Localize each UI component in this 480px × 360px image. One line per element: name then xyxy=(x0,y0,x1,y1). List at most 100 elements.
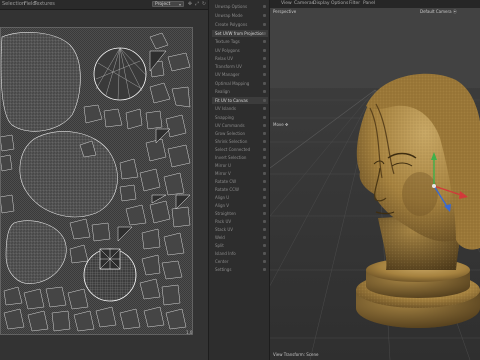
tool-item[interactable]: Select Connected xyxy=(212,146,268,153)
tool-item[interactable]: Rotate CCW xyxy=(212,186,268,193)
tool-item[interactable]: Pack UV xyxy=(212,218,268,225)
tool-item[interactable]: Mirror V xyxy=(212,170,268,177)
menu-textures[interactable]: Textures xyxy=(34,0,55,9)
menu-view[interactable]: View xyxy=(281,0,292,8)
3d-viewport[interactable]: View Cameras Display Options Filter Pane… xyxy=(270,0,480,360)
tool-options-icon[interactable] xyxy=(263,132,266,135)
uv-coordinate-label: 1,0 xyxy=(186,330,193,335)
tool-item[interactable]: Shrink Selection xyxy=(212,138,268,145)
viewport-menubar: View Cameras Display Options Filter Pane… xyxy=(270,0,480,8)
tool-item[interactable]: UV Polygons xyxy=(212,47,268,54)
tool-options-icon[interactable] xyxy=(263,40,266,43)
tool-item[interactable]: Mirror U xyxy=(212,162,268,169)
tool-options-icon[interactable] xyxy=(263,82,266,85)
tool-item[interactable]: Invert Selection xyxy=(212,154,268,161)
tool-options-icon[interactable] xyxy=(263,90,266,93)
tool-options-icon[interactable] xyxy=(263,32,266,35)
tool-options-icon[interactable] xyxy=(263,107,266,110)
tool-item[interactable]: Create Polygons xyxy=(212,21,268,28)
tool-options-icon[interactable] xyxy=(263,65,266,68)
tool-options-icon[interactable] xyxy=(263,204,266,207)
tool-options-icon[interactable] xyxy=(263,196,266,199)
projection-dropdown[interactable]: Project ▾ xyxy=(152,1,184,7)
tool-options-icon[interactable] xyxy=(263,228,266,231)
chevron-down-icon: ▾ xyxy=(178,2,181,7)
tool-options-icon[interactable] xyxy=(263,268,266,271)
tool-options-icon[interactable] xyxy=(263,180,266,183)
rotate-icon[interactable]: ↻ xyxy=(201,1,207,7)
tool-item[interactable]: Texture Tags xyxy=(212,38,268,45)
tool-options-icon[interactable] xyxy=(263,156,266,159)
tool-item[interactable]: Unwrap Options xyxy=(212,3,268,10)
tool-options-icon[interactable] xyxy=(263,116,266,119)
tool-item[interactable]: Island Info xyxy=(212,250,268,257)
tool-options-icon[interactable] xyxy=(263,73,266,76)
tool-item[interactable]: Center xyxy=(212,258,268,265)
tool-options-icon[interactable] xyxy=(263,244,266,247)
tool-item[interactable]: Settings xyxy=(212,266,268,273)
tool-item[interactable]: UV Manager xyxy=(212,71,268,78)
viewport-perspective-label: Perspective xyxy=(273,9,297,14)
tool-item[interactable]: UV Islands xyxy=(212,105,268,112)
tool-options-icon[interactable] xyxy=(263,148,266,151)
tool-item[interactable]: Align U xyxy=(212,194,268,201)
tool-options-icon[interactable] xyxy=(263,14,266,17)
tool-item-label: Create Polygons xyxy=(215,22,248,27)
menu-display[interactable]: Display xyxy=(313,0,330,8)
tool-item[interactable]: Optimal Mapping xyxy=(212,80,268,87)
tool-options-icon[interactable] xyxy=(263,57,266,60)
tool-item-label: Island Info xyxy=(215,251,236,256)
tool-item-label: Select Connected xyxy=(215,147,251,152)
tool-item-label: Snapping xyxy=(215,115,234,120)
uv-editor-menubar: Selection Field Textures Project ▾ ✥ ⤢ ↻ xyxy=(0,0,208,10)
tool-options-icon[interactable] xyxy=(263,164,266,167)
tool-item[interactable]: Unwrap Mode xyxy=(212,12,268,19)
tool-options-icon[interactable] xyxy=(263,252,266,255)
tool-options-icon[interactable] xyxy=(263,172,266,175)
tool-item[interactable]: Relax UV xyxy=(212,55,268,62)
tool-item[interactable]: Set UVW from Projection xyxy=(212,30,268,37)
tool-item-label: Mirror U xyxy=(215,163,231,168)
menu-cameras[interactable]: Cameras xyxy=(294,0,314,8)
tool-options-icon[interactable] xyxy=(263,5,266,8)
tool-options-icon[interactable] xyxy=(263,236,266,239)
tool-item-label: Align U xyxy=(215,195,230,200)
tool-options-icon[interactable] xyxy=(263,220,266,223)
menu-panel[interactable]: Panel xyxy=(363,0,375,8)
viewport-camera-label[interactable]: Default Camera ⦿ xyxy=(420,9,457,15)
tool-item[interactable]: Realign xyxy=(212,88,268,95)
tool-item-label: Unwrap Options xyxy=(215,4,248,9)
camera-label-text: Default Camera xyxy=(420,9,452,14)
tool-item[interactable]: Rotate CW xyxy=(212,178,268,185)
tool-item[interactable]: Stack UV xyxy=(212,226,268,233)
menu-options[interactable]: Options xyxy=(331,0,348,8)
tool-options-icon[interactable] xyxy=(263,124,266,127)
tool-options-icon[interactable] xyxy=(263,23,266,26)
tool-item[interactable]: Straighten xyxy=(212,210,268,217)
tool-options-icon[interactable] xyxy=(263,212,266,215)
tool-item[interactable]: Snapping xyxy=(212,114,268,121)
tool-options-icon[interactable] xyxy=(263,99,266,102)
uv-island-circle xyxy=(93,47,147,101)
scale-icon[interactable]: ⤢ xyxy=(194,1,200,7)
tool-options-icon[interactable] xyxy=(263,49,266,52)
tool-options-icon[interactable] xyxy=(263,260,266,263)
tool-item[interactable]: Split xyxy=(212,242,268,249)
uv-canvas[interactable] xyxy=(0,27,193,335)
tool-item[interactable]: UV Commands xyxy=(212,122,268,129)
tool-options-icon[interactable] xyxy=(263,140,266,143)
tool-item-label: Mirror V xyxy=(215,171,231,176)
tool-options-icon[interactable] xyxy=(263,188,266,191)
tool-item[interactable]: Weld xyxy=(212,234,268,241)
tool-item[interactable]: Fit UV to Canvas xyxy=(212,97,268,104)
tool-item-label: Unwrap Mode xyxy=(215,13,243,18)
uv-island-dome xyxy=(83,248,137,302)
move-icon[interactable]: ✥ xyxy=(187,1,193,7)
tool-item[interactable]: Grow Selection xyxy=(212,130,268,137)
tool-item-label: Realign xyxy=(215,89,230,94)
tool-item-label: UV Islands xyxy=(215,106,236,111)
tool-item[interactable]: Align V xyxy=(212,202,268,209)
menu-selection[interactable]: Selection xyxy=(2,0,25,9)
tool-item[interactable]: Transform UV xyxy=(212,63,268,70)
menu-filter[interactable]: Filter xyxy=(349,0,360,8)
